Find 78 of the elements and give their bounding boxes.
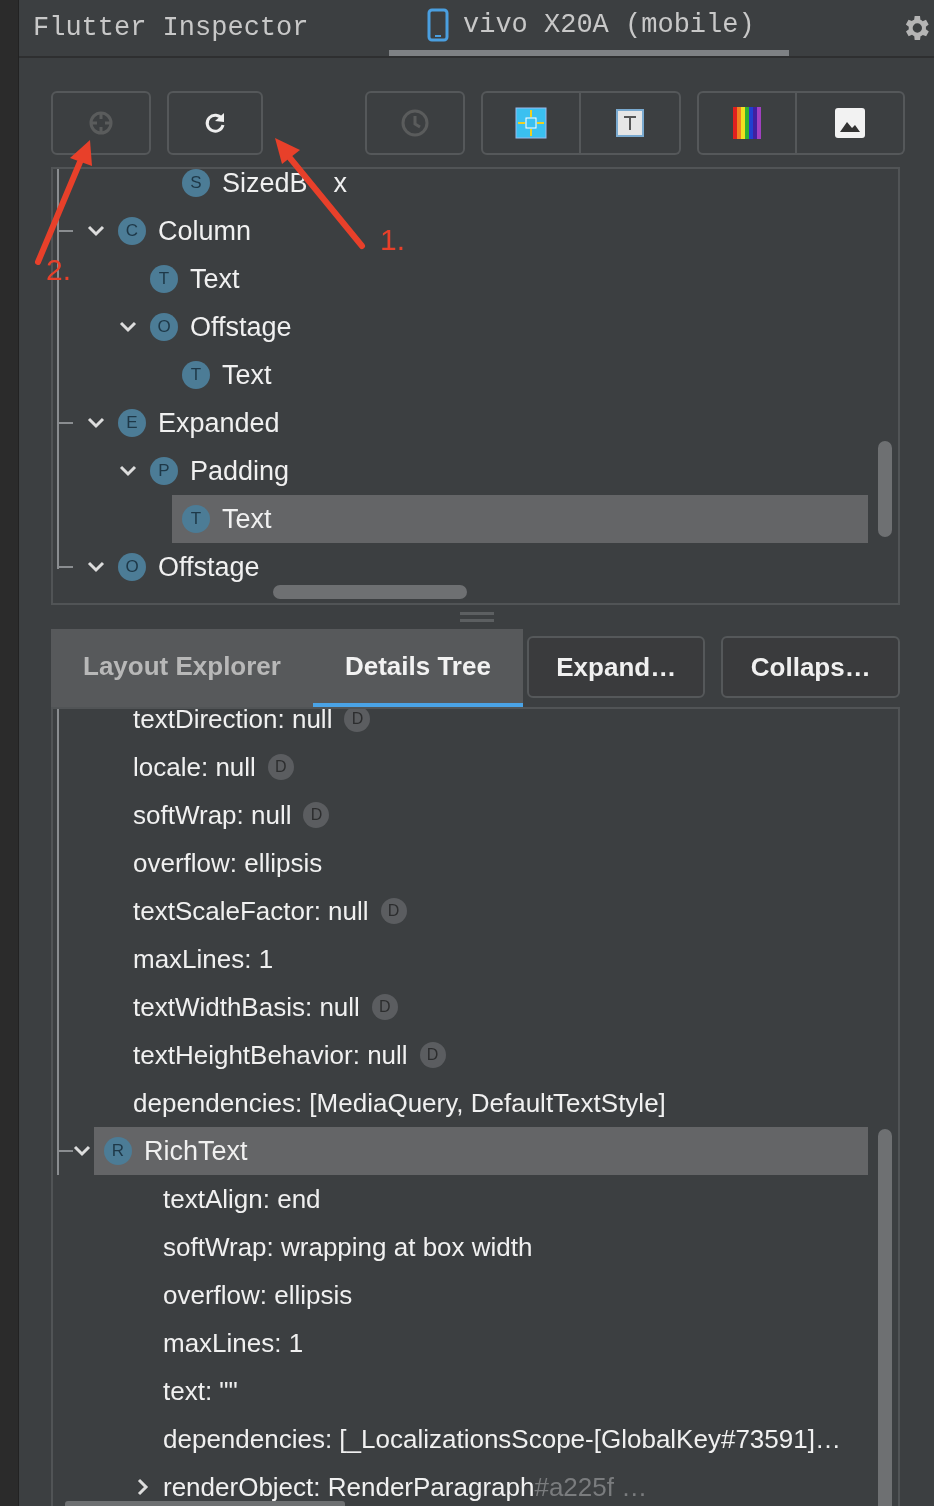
property-text: overflow: ellipsis <box>163 1279 353 1311</box>
refresh-button[interactable] <box>167 91 263 155</box>
node-label: Text <box>222 503 272 535</box>
tree-node[interactable]: O Offstage <box>108 543 266 591</box>
tree-node[interactable]: O Offstage <box>140 303 298 351</box>
node-label: Text <box>190 263 240 295</box>
property-text: textScaleFactor: null <box>133 895 369 927</box>
property-text: text: "" <box>163 1375 238 1407</box>
tree-node[interactable]: T Text <box>140 255 246 303</box>
property-text: overflow: ellipsis <box>133 847 323 879</box>
scrollbar-thumb[interactable] <box>65 1501 345 1506</box>
tab[interactable]: Layout Explorer <box>51 629 313 707</box>
panel-title: Flutter Inspector <box>33 13 310 43</box>
widget-badge: O <box>150 313 178 341</box>
property-text: textDirection: null <box>133 709 333 735</box>
widget-badge: T <box>150 265 178 293</box>
property-text: renderObject: RenderParagraph#a225f … <box>163 1471 648 1503</box>
node-label: Padding <box>190 455 290 487</box>
rainbow-icon <box>731 107 763 139</box>
node-label: RichText <box>144 1135 248 1167</box>
image-button[interactable] <box>797 91 905 155</box>
widget-badge: T <box>182 361 210 389</box>
text-box-icon <box>616 109 644 137</box>
tree-node[interactable]: E Expanded <box>108 399 286 447</box>
layout-button[interactable] <box>481 91 581 155</box>
chevron-down-icon[interactable] <box>119 465 137 477</box>
property-text: dependencies: [MediaQuery, DefaultTextStyle] <box>133 1087 666 1119</box>
property-text: textWidthBasis: null <box>133 991 360 1023</box>
property-text: maxLines: 1 <box>163 1327 304 1359</box>
tree-node[interactable]: R RichText <box>94 1127 868 1175</box>
chevron-right-icon[interactable] <box>137 1478 149 1496</box>
widget-badge: O <box>118 553 146 581</box>
chevron-down-icon[interactable] <box>87 417 105 429</box>
scrollbar-thumb[interactable] <box>878 441 892 537</box>
tab[interactable]: Details Tree <box>312 629 523 707</box>
widget-badge: E <box>118 409 146 437</box>
chevron-down-icon[interactable] <box>119 321 137 333</box>
widget-badge: T <box>182 505 210 533</box>
tree-node[interactable]: T Text <box>172 351 278 399</box>
annotation-label: 2. <box>46 253 72 286</box>
layout-icon <box>515 107 547 139</box>
rainbow-button[interactable] <box>697 91 797 155</box>
image-icon <box>835 108 865 138</box>
collapse-button[interactable]: Collaps… <box>721 636 900 698</box>
node-label: Expanded <box>158 407 280 439</box>
tree-node[interactable]: T Text <box>172 495 868 543</box>
tree-node[interactable]: P Padding <box>140 447 296 495</box>
node-label: Text <box>222 359 272 391</box>
text-box-button[interactable] <box>581 91 681 155</box>
node-label: SizedB <box>222 169 308 199</box>
widget-badge: P <box>150 457 178 485</box>
tree-node[interactable]: S SizedB x <box>172 169 354 207</box>
phone-icon <box>427 8 449 42</box>
property-text: softWrap: null <box>133 799 292 831</box>
property-text: dependencies: [_LocalizationsScope-[GlobalKey#73591]… <box>163 1423 841 1455</box>
annotation-label: 1. <box>380 223 406 256</box>
widget-badge: C <box>118 217 146 245</box>
expand-button[interactable]: Expand… <box>526 636 706 698</box>
property-text: locale: null <box>133 751 256 783</box>
widget-badge: R <box>104 1137 132 1165</box>
property-text: textHeightBehavior: null <box>133 1039 408 1071</box>
node-label: Offstage <box>190 311 292 343</box>
tree-node[interactable]: C Column <box>108 207 258 255</box>
scrollbar-thumb[interactable] <box>878 1129 892 1506</box>
crosshair-icon <box>88 110 114 136</box>
widget-badge: S <box>182 169 210 197</box>
node-label: Column <box>158 215 252 247</box>
device-tab[interactable]: vivo X20A (mobile) <box>389 0 789 56</box>
chevron-down-icon[interactable] <box>87 561 105 573</box>
node-label: x <box>333 169 348 199</box>
property-text: maxLines: 1 <box>133 943 274 975</box>
clock-icon <box>400 108 430 138</box>
property-text: softWrap: wrapping at box width <box>163 1231 533 1263</box>
node-label: Offstage <box>158 551 260 583</box>
scrollbar-thumb[interactable] <box>273 585 467 599</box>
property-text: textAlign: end <box>163 1183 321 1215</box>
chevron-down-icon[interactable] <box>73 1145 91 1157</box>
chevron-down-icon[interactable] <box>87 225 105 237</box>
